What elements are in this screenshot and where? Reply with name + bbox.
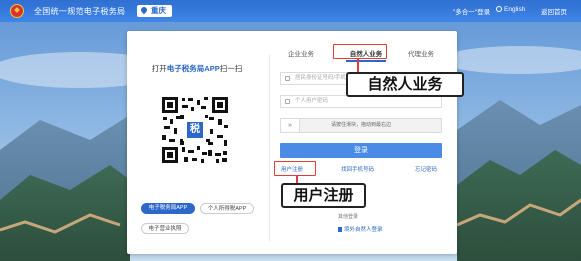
tab-callout: 自然人业务 — [346, 72, 464, 97]
panel-divider — [269, 55, 270, 241]
person-icon — [338, 227, 342, 232]
site-title: 全国统一规范电子税务局 — [34, 7, 126, 16]
qr-title-app: 电子税务局APP — [166, 64, 220, 73]
national-emblem-icon — [10, 4, 24, 18]
homepage-link[interactable]: 返回首页 — [541, 6, 567, 16]
other-login-label: 其他登录 — [338, 214, 359, 220]
app-button-business-license[interactable]: 电子营业执照 — [141, 223, 189, 234]
register-highlight-box — [274, 161, 316, 176]
slider-captcha[interactable]: » 请按住滑块，拖动到最右边 — [280, 118, 442, 133]
tab-agent[interactable]: 代理业务 — [393, 48, 449, 58]
forgot-password-link[interactable]: 忘记密码 — [415, 165, 437, 173]
qr-center-logo: 税 — [190, 124, 200, 135]
region-label: 重庆 — [151, 6, 166, 15]
register-callout: 用户注册 — [281, 183, 366, 208]
tab-enterprise[interactable]: 企业业务 — [273, 48, 329, 58]
app-button-tax-bureau[interactable]: 电子税务局APP — [141, 203, 195, 214]
globe-icon — [496, 6, 502, 12]
lock-icon — [285, 99, 290, 104]
slider-text: 请按住滑块，拖动到最右边 — [330, 122, 391, 128]
password-placeholder: 个人用户密码 — [295, 98, 329, 104]
location-pin-icon — [139, 5, 149, 15]
qr-title-suffix: 扫一扫 — [219, 64, 243, 73]
tab-callout-arrow — [357, 59, 359, 73]
region-selector[interactable]: 重庆 — [137, 5, 172, 17]
active-tab-indicator — [346, 60, 386, 62]
language-label: English — [504, 6, 526, 13]
find-account-link[interactable]: 找回手机号码 — [341, 165, 374, 173]
user-icon — [285, 76, 290, 81]
tab-highlight-box — [333, 44, 387, 59]
login-button[interactable]: 登录 — [280, 143, 442, 158]
foreigner-link-label: 境外自然人登录 — [344, 227, 383, 233]
top-header: 全国统一规范电子税务局 重庆 "多合一"登录 English 返回首页 — [0, 0, 581, 22]
login-card: 打开电子税务局APP扫一扫 税 电子税务局APP 个人所得税APP 电子营业执照 — [127, 31, 457, 254]
language-switch[interactable]: English — [496, 6, 525, 13]
foreigner-login-link[interactable]: 境外自然人登录 — [338, 225, 383, 233]
qr-title: 打开电子税务局APP扫一扫 — [141, 63, 253, 74]
app-button-personal-tax[interactable]: 个人所得税APP — [200, 203, 254, 214]
integrated-login-link[interactable]: "多合一"登录 — [453, 6, 490, 16]
qr-title-prefix: 打开 — [151, 64, 167, 73]
slider-handle[interactable]: » — [281, 119, 300, 132]
